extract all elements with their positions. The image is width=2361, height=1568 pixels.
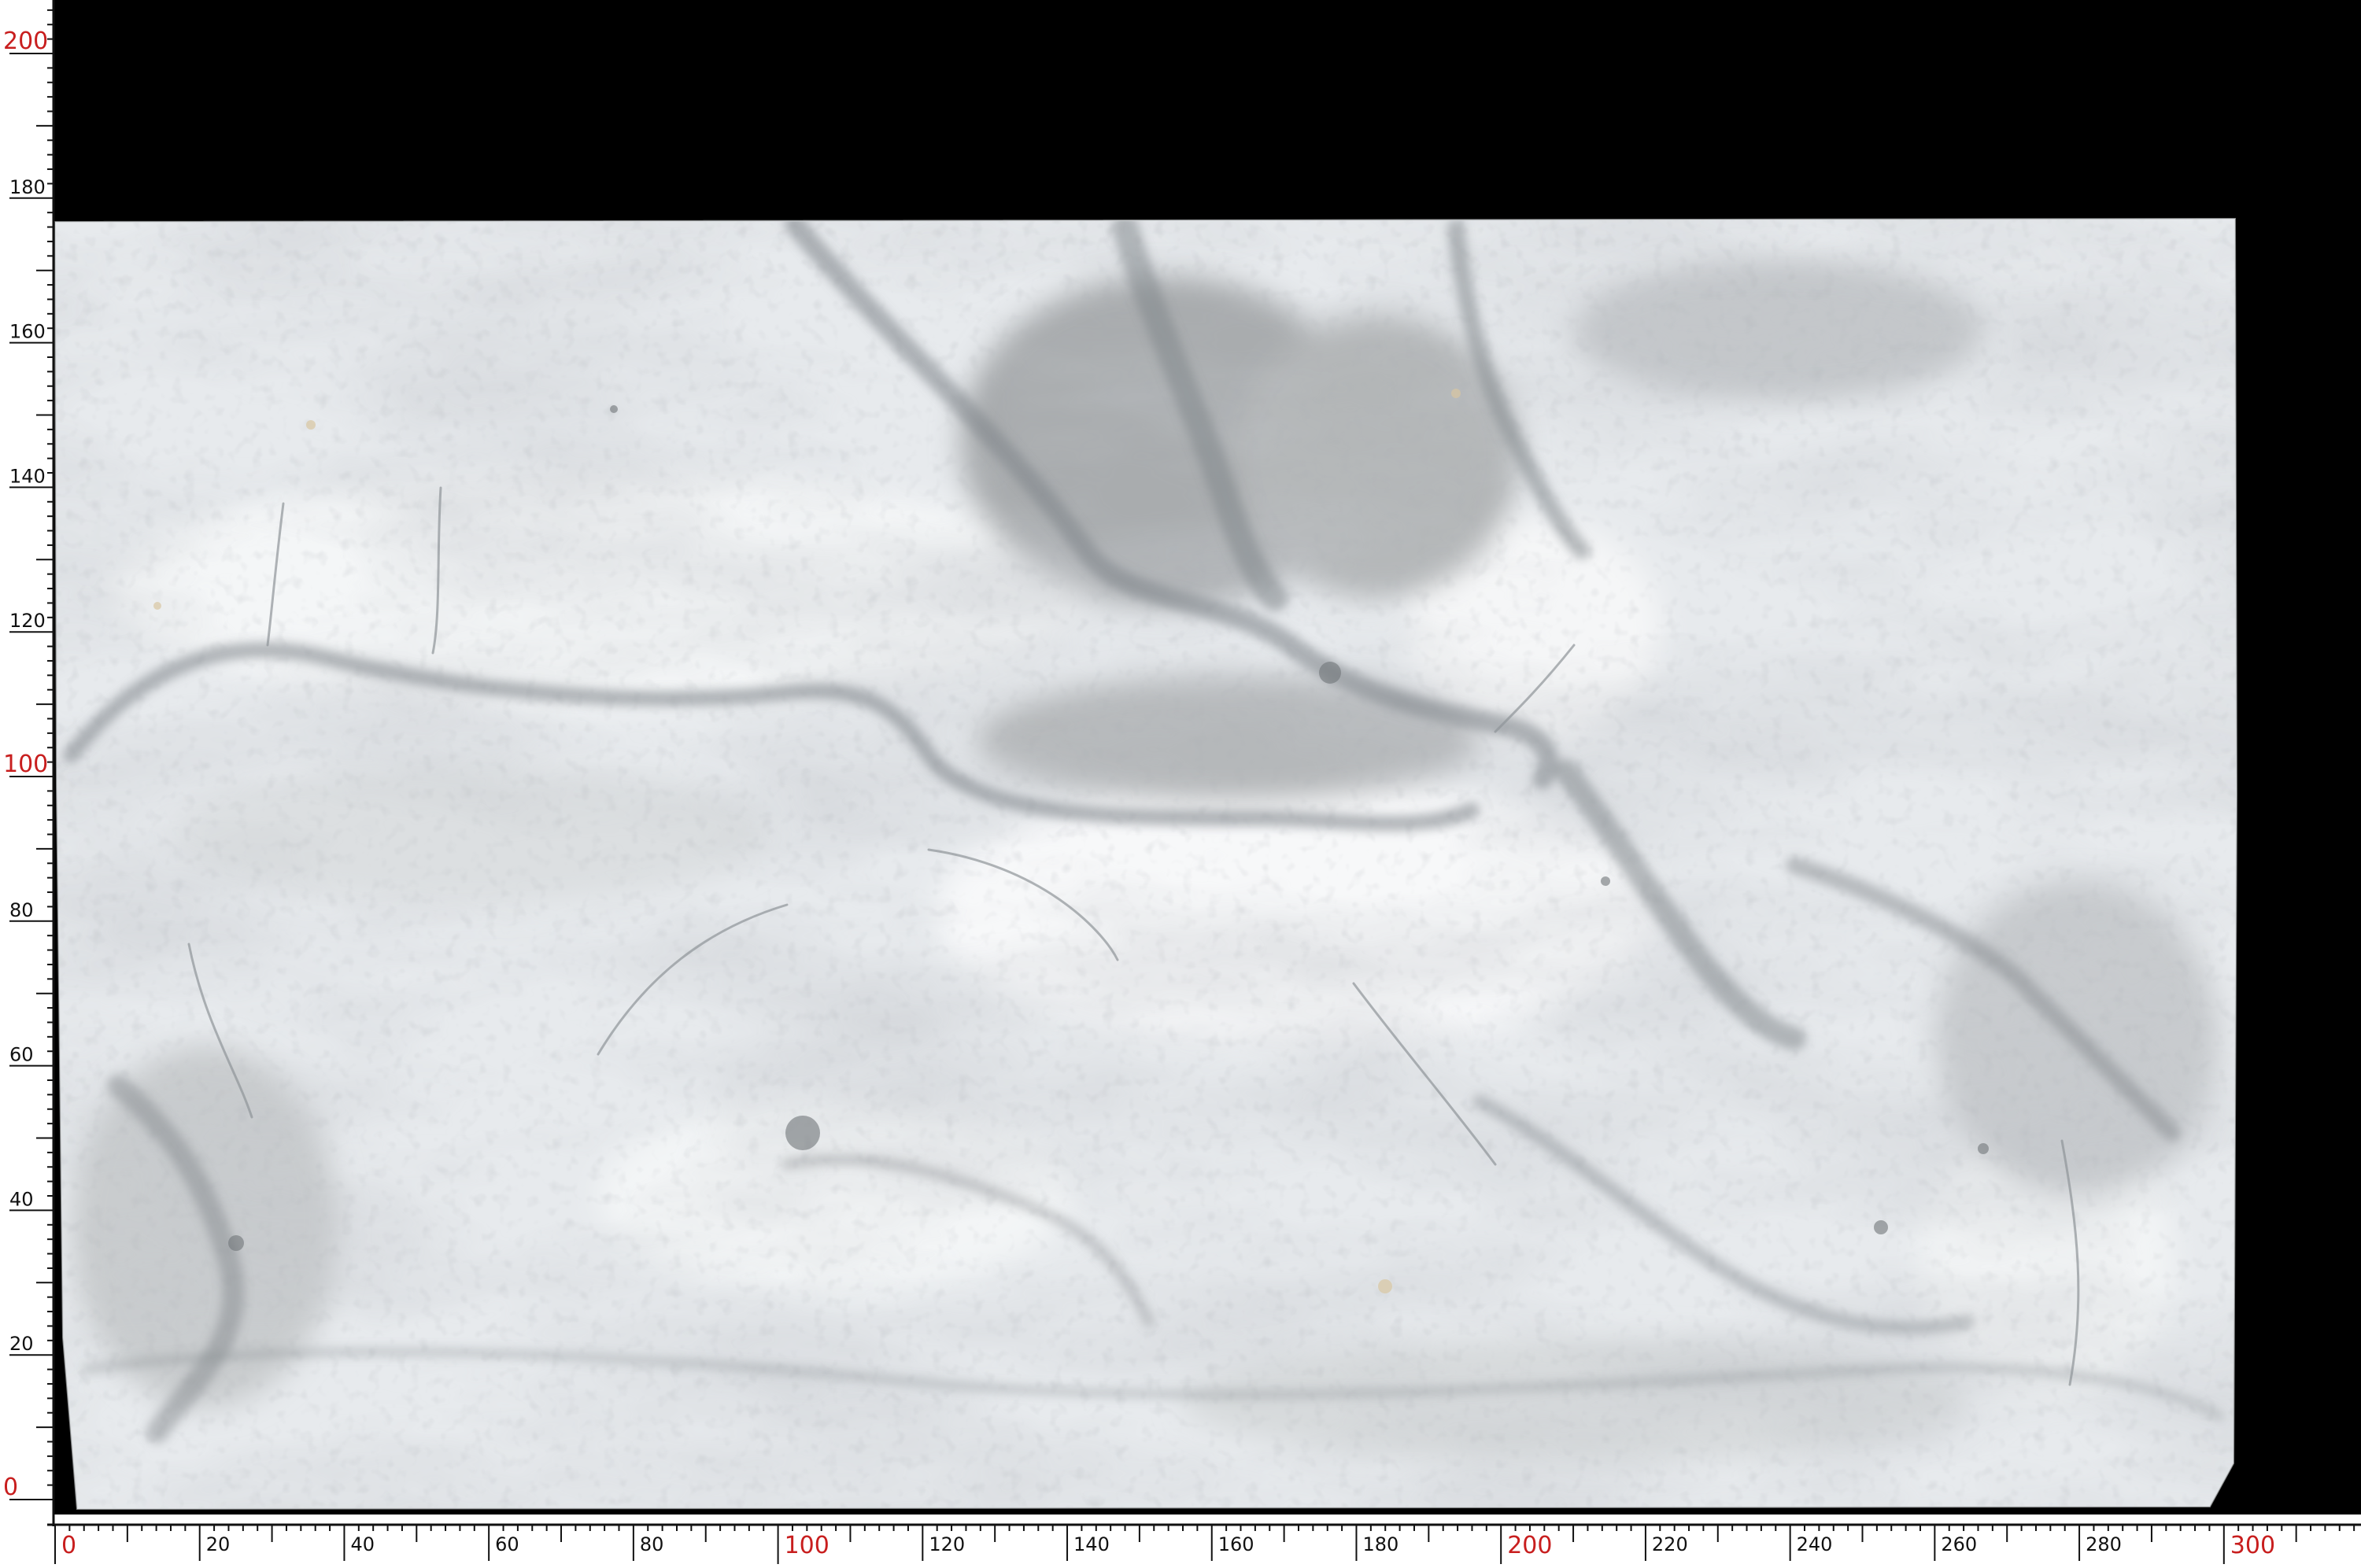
x-ruler-label: 60 [495,1533,519,1555]
y-ruler-label: 200 [3,28,48,55]
x-ruler-label: 180 [1362,1533,1398,1555]
y-ruler-label: 180 [9,176,46,198]
x-ruler-label: 40 [350,1533,375,1555]
x-ruler-label: 240 [1797,1533,1833,1555]
x-ruler-label: 0 [61,1532,76,1559]
slab-photo: 0 20 40 60 80 100 120 140 160 180 200 220 240 260 280 3… [3,0,2361,1564]
y-ruler-label: 120 [9,610,46,632]
y-ruler-label: 160 [9,321,46,343]
y-ruler-label: 0 [3,1474,18,1501]
x-ruler-label: 100 [785,1532,829,1559]
horizontal-ruler: 0 20 40 60 80 100 120 140 160 180 200 220 240 260 280 3… [47,1523,2361,1564]
x-ruler-label: 160 [1218,1533,1254,1555]
x-ruler-label: 200 [1507,1532,1552,1559]
y-ruler-label: 20 [9,1333,34,1355]
y-ruler-label: 140 [9,465,46,487]
y-ruler-label: 80 [9,899,34,921]
x-ruler-label: 120 [929,1533,965,1555]
slab-photo-stage: 0 20 40 60 80 100 120 140 160 180 200 220 240 260 280 3… [0,0,2361,1568]
x-ruler-label: 140 [1073,1533,1110,1555]
y-ruler-label: 60 [9,1044,34,1066]
vertical-ruler: 0 20 40 60 80 100 120 140 160 180 200 [3,0,55,1526]
y-ruler-label: 100 [3,751,48,778]
x-ruler-label: 20 [206,1533,231,1555]
x-ruler-label: 280 [2086,1533,2122,1555]
x-ruler-label: 260 [1941,1533,1977,1555]
marble-slab [55,219,2237,1509]
x-ruler-label: 220 [1652,1533,1688,1555]
x-ruler-label: 80 [640,1533,664,1555]
y-ruler-label: 40 [9,1188,34,1210]
x-ruler-label: 300 [2230,1532,2275,1559]
